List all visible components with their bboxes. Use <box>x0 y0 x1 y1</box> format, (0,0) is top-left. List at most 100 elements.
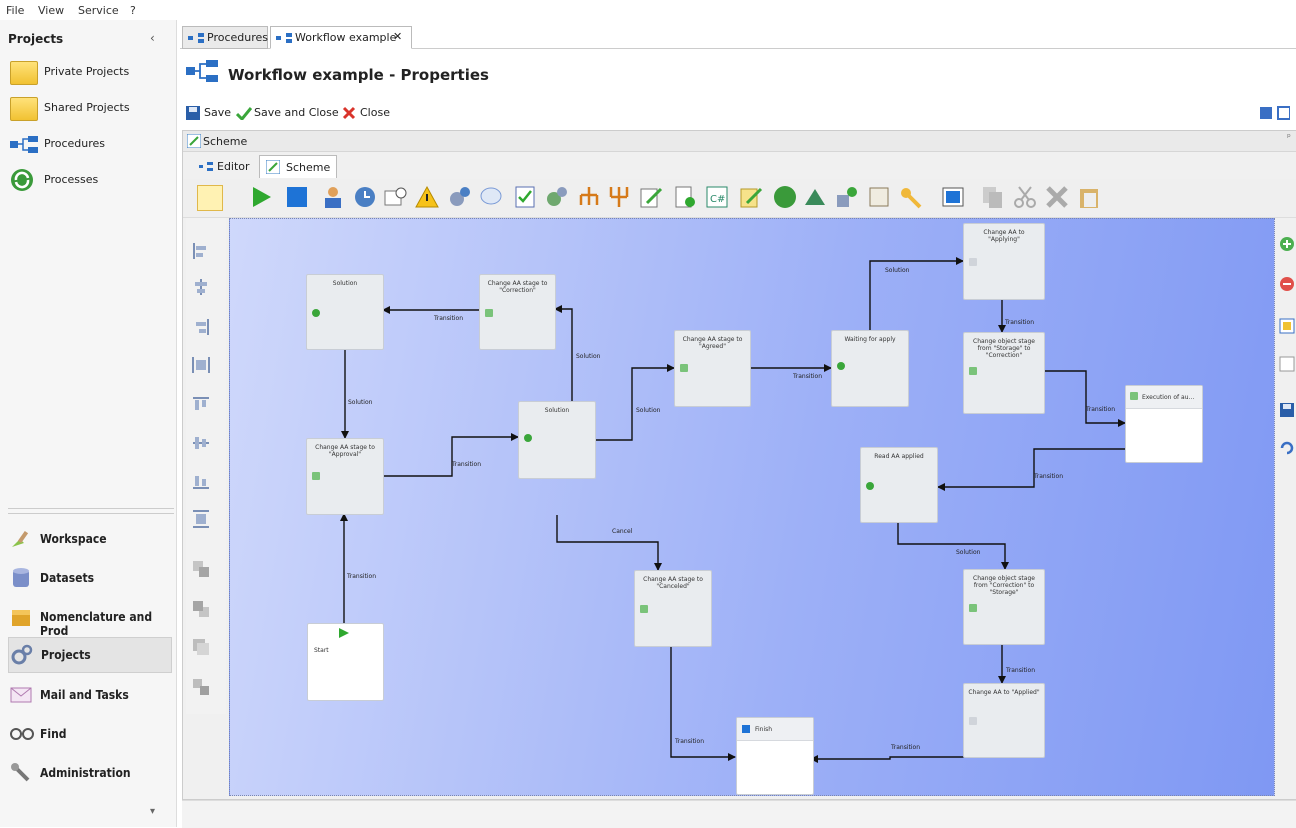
align-right-icon[interactable] <box>192 318 210 336</box>
node-change-applying[interactable]: Change AA to "Applying" <box>963 223 1045 300</box>
cut-icon[interactable] <box>1013 185 1037 209</box>
node-waiting-for-apply[interactable]: Waiting for apply <box>831 330 909 407</box>
actual-size-icon[interactable] <box>1279 356 1295 372</box>
scheme-panel-header: Scheme ᵖ <box>183 131 1296 152</box>
window-layout-icon[interactable] <box>1260 105 1290 121</box>
comment-icon[interactable] <box>479 185 503 209</box>
send-back-icon[interactable] <box>192 600 210 618</box>
zoom-in-icon[interactable] <box>1279 236 1295 252</box>
bring-front-icon[interactable] <box>192 560 210 578</box>
gears-tool-icon[interactable] <box>545 185 569 209</box>
network-icon[interactable] <box>835 185 859 209</box>
edge-label: Solution <box>576 353 601 360</box>
align-top-icon[interactable] <box>192 396 210 414</box>
edit-form-icon[interactable] <box>739 185 763 209</box>
tab-label: Workflow example <box>295 31 397 44</box>
warning-icon[interactable] <box>415 185 439 209</box>
node-correction-to-storage[interactable]: Change object stage from "Correction" to… <box>963 569 1045 645</box>
close-tab-icon[interactable]: ✕ <box>393 30 402 43</box>
save-image-icon[interactable] <box>1279 402 1295 418</box>
nav-administration[interactable]: Administration <box>8 756 170 790</box>
pin-icon[interactable]: ᵖ <box>1287 133 1291 143</box>
stage-icon <box>969 367 977 375</box>
node-execution[interactable]: Execution of au... <box>1125 385 1203 463</box>
close-button[interactable]: Close <box>342 104 392 122</box>
node-read-aa-applied[interactable]: Read AA applied <box>860 447 938 523</box>
subprocess-icon[interactable] <box>773 185 797 209</box>
tree-item-label: Shared Projects <box>44 101 130 114</box>
save-button[interactable]: Save <box>186 104 232 122</box>
calendar-icon[interactable] <box>383 185 407 209</box>
delete-icon[interactable] <box>1045 185 1069 209</box>
fit-page-icon[interactable] <box>1279 318 1295 334</box>
connectors <box>340 257 1126 763</box>
node-solution[interactable]: Solution <box>306 274 384 350</box>
gears-icon <box>11 644 33 665</box>
nav-workspace[interactable]: Workspace <box>8 522 170 556</box>
bring-forward-icon[interactable] <box>192 638 210 656</box>
start-tool-icon[interactable] <box>249 185 273 209</box>
tab-scheme[interactable]: Scheme <box>259 155 337 178</box>
checklist-icon[interactable] <box>513 185 537 209</box>
nav-mail-and-tasks[interactable]: Mail and Tasks <box>8 678 170 712</box>
menu-help[interactable]: ? <box>130 4 136 17</box>
refresh-icon[interactable] <box>1279 440 1295 456</box>
fork-icon[interactable] <box>577 185 601 209</box>
collapse-sidebar-button[interactable]: ‹ <box>150 31 155 45</box>
key-icon[interactable] <box>899 185 923 209</box>
copy-icon[interactable] <box>981 185 1005 209</box>
finish-tool-icon[interactable] <box>285 185 309 209</box>
edge-label: Transition <box>793 373 823 380</box>
node-change-applied[interactable]: Change AA to "Applied" <box>963 683 1045 758</box>
tree-item-shared-projects[interactable]: Shared Projects <box>8 92 168 126</box>
settings-icon[interactable] <box>447 185 471 209</box>
edit-note-icon[interactable] <box>639 185 663 209</box>
align-bottom-icon[interactable] <box>192 472 210 490</box>
paste-icon[interactable] <box>1077 185 1101 209</box>
stage-change-icon[interactable] <box>803 185 827 209</box>
menu-view[interactable]: View <box>38 4 64 17</box>
sidebar-splitter[interactable] <box>8 508 174 514</box>
align-left-icon[interactable] <box>192 242 210 260</box>
stage-icon <box>969 604 977 612</box>
sidebar-scroll-down-button[interactable]: ▾ <box>150 806 155 817</box>
save-and-close-button[interactable]: Save and Close <box>236 104 346 122</box>
floppy-icon <box>186 106 200 120</box>
tree-item-procedures[interactable]: Procedures <box>8 128 168 162</box>
node-change-approval[interactable]: Change AA stage to "Approval" <box>306 438 384 515</box>
node-solution-2[interactable]: Solution <box>518 401 596 479</box>
solution-icon <box>312 309 320 317</box>
menu-file[interactable]: File <box>6 4 24 17</box>
nav-datasets[interactable]: Datasets <box>8 561 170 595</box>
node-storage-to-correction[interactable]: Change object stage from "Storage" to "C… <box>963 332 1045 414</box>
pointer-tool-icon[interactable] <box>197 185 223 211</box>
tree-item-private-projects[interactable]: Private Projects <box>8 56 168 90</box>
tab-workflow-example[interactable]: Workflow example ✕ <box>270 26 412 49</box>
csharp-script-icon[interactable]: C# <box>705 185 729 209</box>
node-change-correction[interactable]: Change AA stage to "Correction" <box>479 274 556 350</box>
timer-icon[interactable] <box>353 185 377 209</box>
align-middle-icon[interactable] <box>192 434 210 452</box>
node-change-canceled[interactable]: Change AA stage to "Canceled" <box>634 570 712 647</box>
frame-icon[interactable] <box>941 185 965 209</box>
distribute-vertical-icon[interactable] <box>192 510 210 528</box>
document-go-icon[interactable] <box>673 185 697 209</box>
zoom-out-icon[interactable] <box>1279 276 1295 292</box>
menu-service[interactable]: Service <box>78 4 119 17</box>
user-task-icon[interactable] <box>321 185 345 209</box>
workflow-canvas[interactable]: Solution Change AA stage to "Correction"… <box>229 218 1275 796</box>
nav-projects[interactable]: Projects <box>8 637 172 673</box>
tree-item-processes[interactable]: Processes <box>8 164 168 198</box>
node-finish[interactable]: Finish <box>736 717 814 795</box>
align-center-icon[interactable] <box>192 278 210 296</box>
tab-editor[interactable]: Editor <box>195 155 255 177</box>
send-backward-icon[interactable] <box>192 678 210 696</box>
distribute-horizontal-icon[interactable] <box>192 356 210 374</box>
node-start[interactable]: Start <box>307 623 384 701</box>
script-icon[interactable] <box>867 185 891 209</box>
nav-nomenclature[interactable]: Nomenclature and Prod <box>8 600 170 638</box>
node-change-agreed[interactable]: Change AA stage to "Agreed" <box>674 330 751 407</box>
tab-procedures[interactable]: Procedures <box>182 26 268 49</box>
nav-find[interactable]: Find <box>8 717 170 751</box>
join-icon[interactable] <box>607 185 631 209</box>
